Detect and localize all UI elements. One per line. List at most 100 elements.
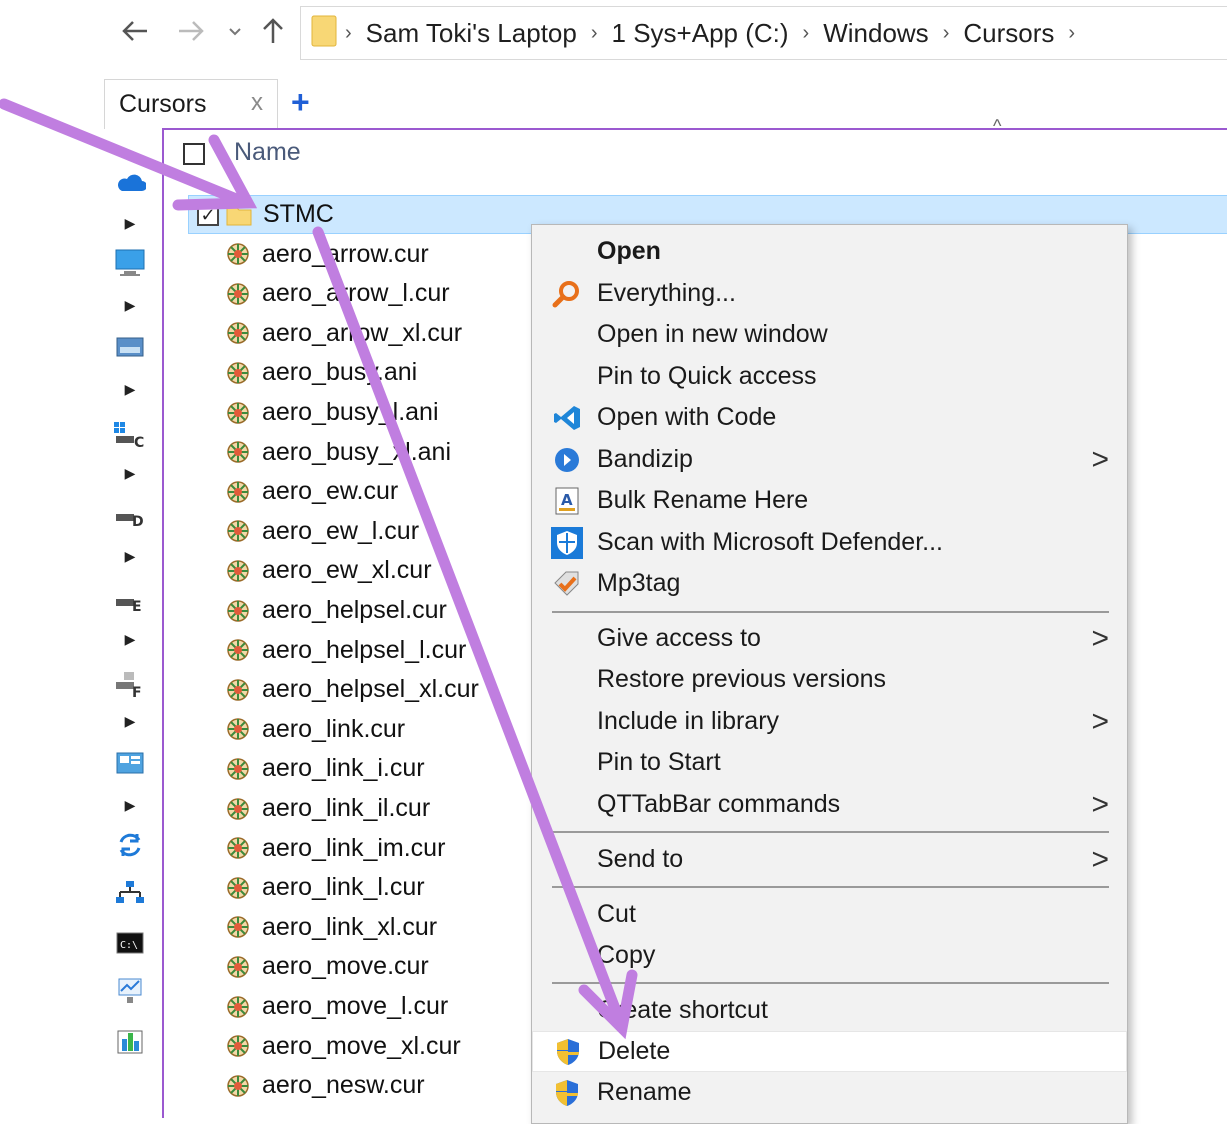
menu-item-open-in-new-window[interactable]: Open in new window <box>532 314 1127 355</box>
menu-item-bulk-rename-here[interactable]: A Bulk Rename Here <box>532 480 1127 521</box>
recent-locations-button[interactable] <box>220 14 250 52</box>
menu-item-delete[interactable]: Delete <box>532 1031 1127 1072</box>
network-icon[interactable] <box>112 877 148 907</box>
cursor-file-icon <box>225 1033 251 1059</box>
expand-chevron-icon[interactable]: ▶ <box>112 706 148 736</box>
cursor-file-icon <box>225 677 251 703</box>
cursor-file-icon <box>225 281 251 307</box>
drive-e-icon[interactable]: E <box>112 590 148 620</box>
desktop-icon[interactable] <box>112 332 148 362</box>
expand-chevron-icon[interactable]: ▶ <box>112 624 148 654</box>
file-name: aero_link_xl.cur <box>262 912 438 941</box>
breadcrumb-separator[interactable]: › <box>803 22 810 45</box>
command-prompt-icon[interactable]: C:\ <box>112 928 148 958</box>
control-panel-icon[interactable] <box>112 748 148 778</box>
menu-item-label: Bandizip <box>597 445 693 473</box>
bulk-rename-icon: A <box>550 484 584 518</box>
file-name: aero_busy_l.ani <box>262 398 439 426</box>
drive-d-icon[interactable]: D <box>112 505 148 535</box>
expand-chevron-icon[interactable]: ▶ <box>112 541 148 571</box>
file-name: aero_busy_xl.ani <box>262 437 452 466</box>
menu-item-label: Everything... <box>597 279 736 307</box>
file-name: aero_busy.ani <box>262 358 418 387</box>
menu-separator <box>552 886 1109 888</box>
sync-icon[interactable] <box>112 830 148 860</box>
name-column-header[interactable]: Name <box>234 138 301 167</box>
file-name: aero_move_l.cur <box>262 992 449 1020</box>
expand-chevron-icon[interactable]: ▶ <box>112 458 148 488</box>
menu-item-restore-previous-versions[interactable]: Restore previous versions <box>532 659 1127 700</box>
cursor-file-icon <box>225 796 251 822</box>
breadcrumb-item[interactable]: Cursors <box>963 18 1054 49</box>
expand-chevron-icon[interactable]: ▶ <box>112 290 148 320</box>
file-name: STMC <box>263 200 334 228</box>
forward-button[interactable] <box>174 14 208 52</box>
menu-item-label: Create shortcut <box>597 996 768 1024</box>
cursor-file-icon <box>225 558 251 584</box>
menu-item-label: Include in library <box>597 707 780 735</box>
cursor-file-icon <box>225 400 251 426</box>
breadcrumb-item[interactable]: Sam Toki's Laptop <box>366 18 577 49</box>
menu-item-label: Open <box>597 237 661 265</box>
up-button[interactable] <box>256 14 290 52</box>
expand-chevron-icon[interactable]: ▶ <box>112 790 148 820</box>
row-checkbox[interactable]: ✓ <box>197 203 219 226</box>
file-name: aero_ew_l.cur <box>262 516 420 545</box>
file-name: aero_link_im.cur <box>262 833 446 862</box>
resource-monitor-icon[interactable] <box>112 1026 148 1056</box>
menu-separator <box>552 611 1109 613</box>
menu-item-mp3tag[interactable]: Mp3tag <box>532 563 1127 604</box>
tab-cursors[interactable]: Cursors x <box>104 79 278 129</box>
menu-item-open[interactable]: Open <box>532 231 1127 272</box>
tab-close-button[interactable]: x <box>251 89 263 117</box>
menu-item-give-access-to[interactable]: Give access to > <box>532 618 1127 659</box>
menu-item-pin-to-quick-access[interactable]: Pin to Quick access <box>532 356 1127 397</box>
menu-item-send-to[interactable]: Send to > <box>532 839 1127 880</box>
menu-item-copy[interactable]: Copy <box>532 935 1127 976</box>
menu-item-scan-with-microsoft-defender[interactable]: Scan with Microsoft Defender... <box>532 522 1127 563</box>
menu-item-bandizip[interactable]: Bandizip > <box>532 439 1127 480</box>
menu-item-qttabbar-commands[interactable]: QTTabBar commands > <box>532 784 1127 825</box>
menu-item-everything[interactable]: Everything... <box>532 273 1127 314</box>
mp3tag-icon <box>550 567 584 601</box>
file-name: aero_link_l.cur <box>262 873 425 902</box>
tab-bar: Cursors x + <box>0 70 1227 129</box>
submenu-chevron-icon: > <box>1091 443 1109 476</box>
cursor-file-icon <box>225 479 251 505</box>
cursor-file-icon <box>225 1073 251 1099</box>
menu-item-include-in-library[interactable]: Include in library > <box>532 701 1127 742</box>
forward-arrow-icon <box>177 19 205 48</box>
cursor-file-icon <box>225 320 251 346</box>
cursor-file-icon <box>225 637 251 663</box>
cursor-file-icon <box>225 835 251 861</box>
cursor-file-icon <box>225 241 251 267</box>
menu-item-label: Open in new window <box>597 320 828 348</box>
onedrive-icon[interactable] <box>112 168 148 198</box>
drive-c-icon[interactable]: C <box>112 420 148 450</box>
menu-item-create-shortcut[interactable]: Create shortcut <box>532 990 1127 1031</box>
menu-item-open-with-code[interactable]: Open with Code <box>532 397 1127 438</box>
breadcrumb-item[interactable]: Windows <box>823 18 928 49</box>
file-name: aero_ew_xl.cur <box>262 556 432 585</box>
menu-item-pin-to-start[interactable]: Pin to Start <box>532 742 1127 783</box>
breadcrumb-separator[interactable]: › <box>345 22 352 45</box>
svg-text:D: D <box>132 514 144 530</box>
back-button[interactable] <box>118 14 152 52</box>
breadcrumb-separator[interactable]: › <box>591 22 598 45</box>
new-tab-button[interactable]: + <box>291 84 310 121</box>
expand-chevron-icon[interactable]: ▶ <box>112 208 148 238</box>
drive-f-icon[interactable]: F <box>112 670 148 700</box>
chevron-down-icon <box>228 24 242 42</box>
breadcrumb-separator[interactable]: › <box>1068 22 1075 45</box>
this-pc-icon[interactable] <box>112 248 148 278</box>
menu-item-rename[interactable]: Rename <box>532 1072 1127 1113</box>
cursor-file-icon <box>225 518 251 544</box>
breadcrumb-item[interactable]: 1 Sys+App (C:) <box>612 18 789 49</box>
expand-chevron-icon[interactable]: ▶ <box>112 374 148 404</box>
address-bar[interactable]: › Sam Toki's Laptop › 1 Sys+App (C:) › W… <box>300 6 1227 60</box>
select-all-checkbox[interactable] <box>183 143 205 165</box>
menu-item-cut[interactable]: Cut <box>532 894 1127 935</box>
performance-monitor-icon[interactable] <box>112 976 148 1006</box>
svg-text:E: E <box>132 599 142 615</box>
breadcrumb-separator[interactable]: › <box>943 22 950 45</box>
